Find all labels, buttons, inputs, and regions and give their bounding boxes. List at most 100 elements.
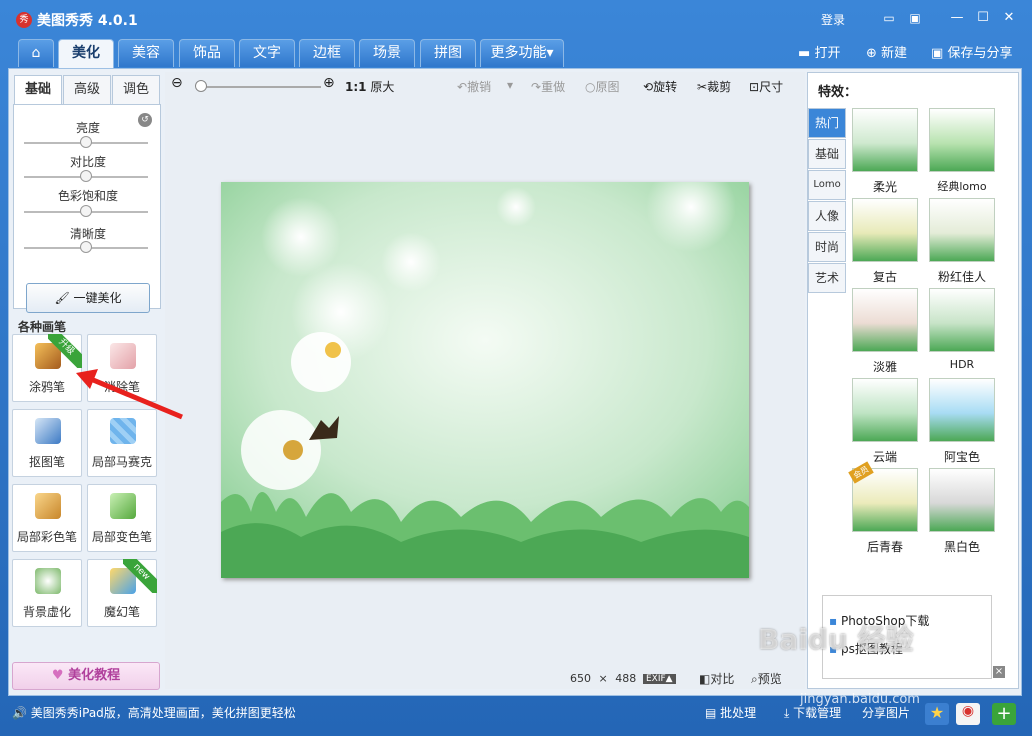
undo-dropdown-icon[interactable]: ▾ — [507, 78, 513, 92]
baidu-watermark-url: jingyan.baidu.com — [800, 692, 920, 707]
category-hot[interactable]: 热门 — [808, 108, 846, 138]
category-portrait[interactable]: 人像 — [808, 201, 846, 231]
tutorial-button[interactable]: ♥ 美化教程 — [12, 662, 160, 690]
exif-button[interactable]: EXIF▲ — [643, 674, 676, 684]
sharpness-label: 清晰度 — [69, 227, 106, 241]
original-button[interactable]: ○原图 — [585, 78, 620, 95]
add-icon[interactable]: + — [992, 703, 1016, 725]
brush-mosaic[interactable]: 局部马赛克 — [87, 409, 157, 477]
preview-button[interactable]: ⌕预览 — [751, 670, 782, 687]
announcement[interactable]: 🔊 美图秀秀iPad版，高清处理画面，美化拼图更轻松 — [12, 704, 296, 721]
minimize-icon[interactable]: — — [948, 10, 966, 26]
effect-label: HDR — [949, 358, 975, 371]
brush-cutout[interactable]: 抠图笔 — [12, 409, 82, 477]
qzone-star-icon[interactable]: ★ — [925, 703, 949, 725]
tab-scene[interactable]: 场景 — [359, 39, 415, 67]
brightness-knob[interactable] — [80, 136, 92, 148]
compare-button[interactable]: ◧对比 — [699, 670, 734, 687]
contrast-knob[interactable] — [80, 170, 92, 182]
ad-close-icon[interactable]: × — [993, 666, 1005, 678]
home-icon: ⌂ — [31, 45, 41, 61]
ratio-label: 1:1 — [345, 80, 367, 94]
effect-classic-lomo[interactable]: 经典lomo — [929, 108, 995, 196]
home-tab[interactable]: ⌂ — [18, 39, 54, 67]
weibo-icon[interactable]: ◉ — [956, 703, 980, 725]
batch-label: 批处理 — [720, 706, 757, 720]
category-art[interactable]: 艺术 — [808, 263, 846, 293]
brush-magic[interactable]: 魔幻笔 new — [87, 559, 157, 627]
tab-more[interactable]: 更多功能▾ — [480, 39, 564, 67]
tab-advanced[interactable]: 高级 — [63, 75, 111, 105]
effect-retro[interactable]: 复古 — [852, 198, 918, 286]
brush-section-title: 各种画笔 — [18, 320, 67, 334]
times-sign: × — [598, 672, 608, 685]
new-button[interactable]: ⊕ 新建 — [866, 42, 907, 61]
effect-post-youth[interactable]: 后青春 会员 — [848, 461, 918, 556]
crop-button[interactable]: ✂裁剪 — [697, 78, 731, 95]
open-button[interactable]: ▬ 打开 — [798, 42, 840, 61]
batch-button[interactable]: ▤ 批处理 — [705, 704, 756, 721]
tab-basic[interactable]: 基础 — [14, 75, 62, 105]
effect-black-white[interactable]: 黑白色 — [929, 468, 995, 556]
photo-image — [221, 182, 749, 578]
maximize-icon[interactable]: ☐ — [974, 10, 992, 26]
sharpness-knob[interactable] — [80, 241, 92, 253]
canvas-area: ⊖ ⊕ 1:1 原大 ↶撤销 ▾ ↷重做 ○原图 ⟲旋转 ✂裁剪 ⊡尺寸 650… — [165, 72, 805, 689]
brush-recolor-label: 局部变色笔 — [91, 530, 152, 544]
adjust-tabs: 基础 高级 调色 — [13, 73, 161, 105]
zoom-in-icon[interactable]: ⊕ — [323, 75, 335, 91]
photo-canvas[interactable] — [221, 182, 749, 578]
undo-button[interactable]: ↶撤销 — [457, 78, 491, 95]
message-icon[interactable]: ▭ — [880, 10, 898, 26]
effect-pink-lady[interactable]: 粉红佳人 — [929, 198, 995, 286]
tab-face[interactable]: 美容 — [118, 39, 174, 67]
original-size-button[interactable]: 1:1 原大 — [345, 78, 394, 95]
category-basic[interactable]: 基础 — [808, 139, 846, 169]
effect-soft-light[interactable]: 柔光 — [852, 108, 918, 196]
preview-icon: ⌕ — [751, 672, 758, 686]
skin-icon[interactable]: ▣ — [906, 10, 924, 26]
effect-hdr[interactable]: HDR — [929, 288, 995, 376]
brush-doodle[interactable]: 涂鸦笔 升级 — [12, 334, 82, 402]
brush-magic-label: 魔幻笔 — [103, 605, 140, 619]
brush-recolor[interactable]: 局部变色笔 — [87, 484, 157, 552]
tab-color[interactable]: 调色 — [112, 75, 160, 105]
brush-local-color[interactable]: 局部彩色笔 — [12, 484, 82, 552]
one-key-beautify-button[interactable]: 🖌 一键美化 — [26, 283, 150, 313]
brush-background-blur[interactable]: 背景虚化 — [12, 559, 82, 627]
resize-button[interactable]: ⊡尺寸 — [749, 78, 783, 95]
effect-cloud[interactable]: 云端 — [852, 378, 918, 466]
open-label: 打开 — [814, 46, 841, 61]
category-fashion[interactable]: 时尚 — [808, 232, 846, 262]
tab-frame[interactable]: 边框 — [299, 39, 355, 67]
circle-icon: ○ — [585, 80, 596, 94]
effect-thumbnail — [929, 198, 995, 262]
redo-button[interactable]: ↷重做 — [531, 78, 565, 95]
blur-icon — [35, 568, 61, 594]
close-icon[interactable]: ✕ — [1000, 10, 1018, 26]
effect-elegant[interactable]: 淡雅 — [852, 288, 918, 376]
zoom-knob[interactable] — [195, 80, 207, 92]
saturation-knob[interactable] — [80, 205, 92, 217]
tab-accessories[interactable]: 饰品 — [179, 39, 235, 67]
effect-thumbnail — [929, 288, 995, 352]
zoom-slider[interactable] — [203, 86, 321, 88]
effect-thumbnail — [852, 198, 918, 262]
category-lomo[interactable]: Lomo — [808, 170, 846, 200]
brush-eraser[interactable]: 消除笔 — [87, 334, 157, 402]
save-share-button[interactable]: ▣ 保存与分享 — [931, 42, 1012, 61]
tutorial-label: 美化教程 — [68, 668, 121, 683]
app-title: 美图秀秀 4.0.1 — [37, 13, 138, 29]
baidu-watermark: Baidu 经验 — [758, 623, 914, 656]
tab-text[interactable]: 文字 — [239, 39, 295, 67]
login-link[interactable]: 登录 — [821, 11, 845, 28]
zoom-out-icon[interactable]: ⊖ — [171, 75, 183, 91]
main-area: 基础 高级 调色 ↺ 亮度 对比度 色彩饱和度 清晰度 🖌 一键美化 各种画笔 … — [8, 68, 1022, 696]
tab-collage[interactable]: 拼图 — [420, 39, 476, 67]
redo-icon: ↷ — [531, 80, 542, 94]
cutout-pen-icon — [35, 418, 61, 444]
effect-abao[interactable]: 阿宝色 — [929, 378, 995, 466]
tab-beautify[interactable]: 美化 — [58, 39, 114, 69]
effect-label: 云端 — [872, 450, 897, 464]
rotate-button[interactable]: ⟲旋转 — [643, 78, 677, 95]
